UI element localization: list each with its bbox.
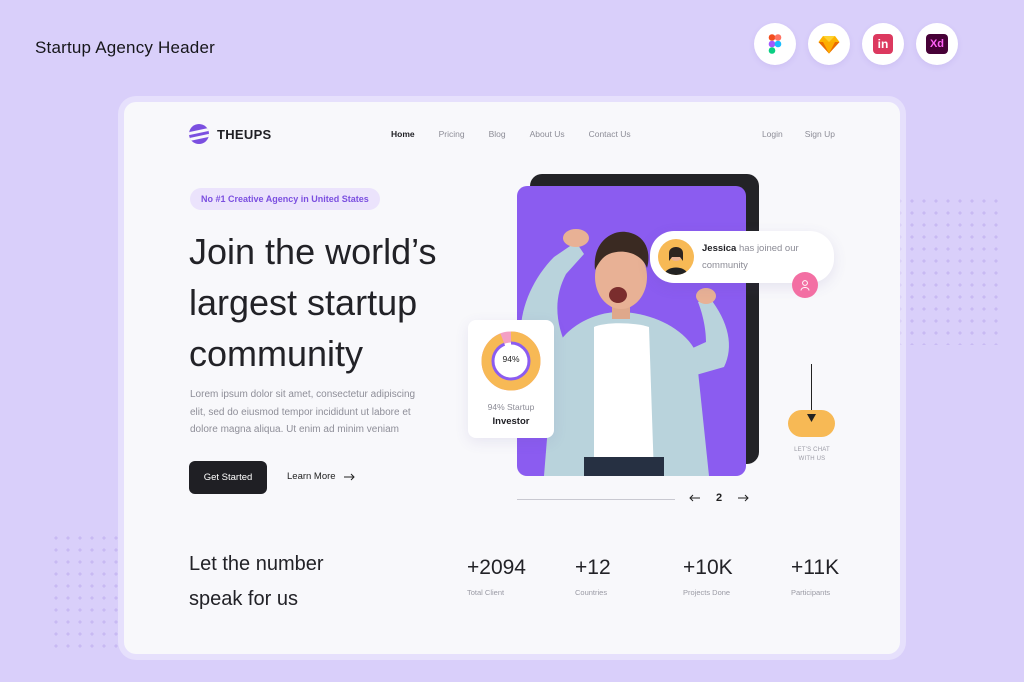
- tagline-line-1: Let the number: [189, 553, 324, 575]
- investor-stat-card: 94% 94% Startup Investor: [468, 320, 554, 438]
- stat-caption: Total Client: [467, 588, 505, 597]
- xd-badge: Xd: [926, 34, 948, 54]
- learn-more-label: Learn More: [287, 471, 336, 482]
- login-link[interactable]: Login: [762, 129, 783, 139]
- signup-link[interactable]: Sign Up: [805, 129, 835, 139]
- arrow-right-icon[interactable]: [738, 494, 749, 502]
- donut-percent-label: 94%: [502, 354, 520, 364]
- slider-track[interactable]: [517, 499, 675, 500]
- stat-line-2: Investor: [492, 416, 530, 427]
- nav-about-us[interactable]: About Us: [530, 129, 565, 139]
- notification-text: Jessica has joined our community: [702, 240, 834, 274]
- arrow-left-icon[interactable]: [689, 494, 700, 502]
- stat-item: +2094 Total Client: [467, 556, 575, 597]
- chat-label: LET'S CHAT WITH US: [794, 447, 830, 462]
- avatar: [658, 239, 694, 275]
- main-menu: Home Pricing Blog About Us Contact Us: [391, 129, 631, 139]
- stat-value: +11K: [791, 556, 840, 579]
- sketch-icon[interactable]: [808, 23, 850, 65]
- invision-badge: in: [873, 34, 893, 54]
- auth-links: Login Sign Up: [762, 129, 835, 139]
- stats-row: +2094 Total Client +12 Countries +10K Pr…: [467, 556, 899, 597]
- stat-line-1: 94% Startup: [487, 402, 535, 412]
- stat-value: +2094: [467, 556, 526, 579]
- arrow-right-icon: [343, 473, 355, 480]
- logo-text: THEUPS: [217, 126, 272, 142]
- stat-value: +12: [575, 556, 611, 579]
- nav-blog[interactable]: Blog: [489, 129, 506, 139]
- get-started-button[interactable]: Get Started: [189, 461, 267, 494]
- stat-caption: Participants: [791, 588, 831, 597]
- stat-value: +10K: [683, 556, 733, 579]
- logo[interactable]: THEUPS: [189, 124, 272, 144]
- top-navigation: THEUPS Home Pricing Blog About Us Contac…: [124, 102, 900, 166]
- stat-item: +12 Countries: [575, 556, 683, 597]
- dot-pattern-decoration: [894, 195, 1004, 345]
- page-number: 2: [716, 492, 723, 504]
- website-header-preview: THEUPS Home Pricing Blog About Us Contac…: [124, 102, 900, 654]
- hero-headline: Join the world’s largest startup communi…: [189, 231, 437, 374]
- arrow-down-icon: [807, 414, 816, 422]
- logo-mark-icon: [189, 124, 209, 144]
- learn-more-link[interactable]: Learn More: [287, 471, 355, 482]
- stat-item: +10K Projects Done: [683, 556, 791, 597]
- nav-home[interactable]: Home: [391, 129, 415, 139]
- adobe-xd-icon[interactable]: Xd: [916, 23, 958, 65]
- invision-icon[interactable]: in: [862, 23, 904, 65]
- nav-contact-us[interactable]: Contact Us: [589, 129, 631, 139]
- pager: 2: [689, 492, 749, 504]
- user-icon[interactable]: [792, 272, 818, 298]
- stat-caption: Projects Done: [683, 588, 731, 597]
- agency-badge: No #1 Creative Agency in United States: [190, 188, 380, 210]
- numbers-tagline: Let the number speak for us: [189, 547, 324, 617]
- hero-description: Lorem ipsum dolor sit amet, consectetur …: [190, 389, 416, 435]
- nav-pricing[interactable]: Pricing: [439, 129, 465, 139]
- tool-icons: in Xd: [754, 23, 958, 65]
- stat-item: +11K Participants: [791, 556, 899, 597]
- notification-name: Jessica: [702, 243, 737, 254]
- figma-icon[interactable]: [754, 23, 796, 65]
- frame-title: Startup Agency Header: [35, 38, 215, 57]
- stat-caption: Countries: [575, 588, 608, 597]
- tagline-line-2: speak for us: [189, 588, 298, 610]
